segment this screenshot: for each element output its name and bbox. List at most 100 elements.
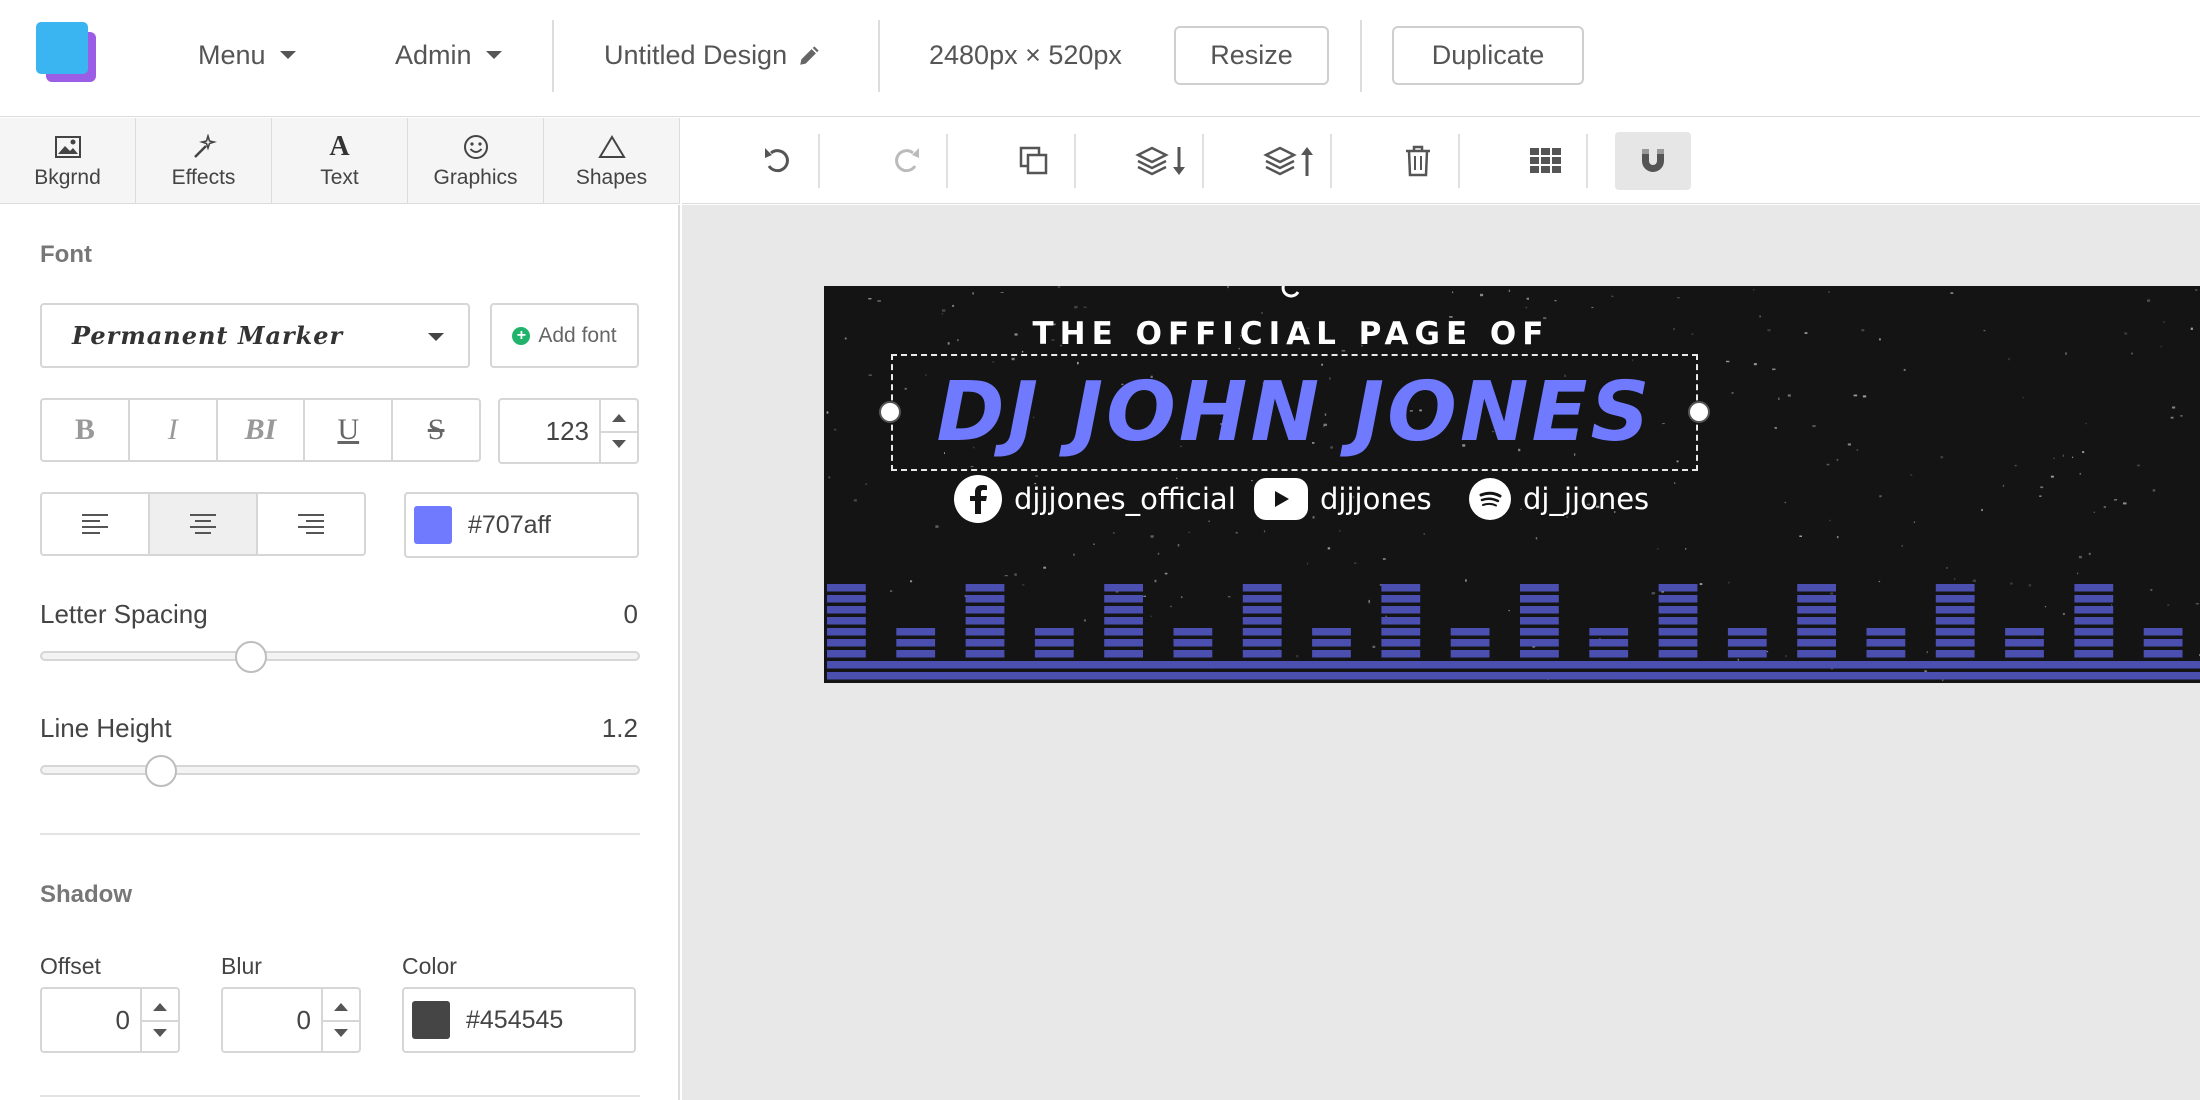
admin-dropdown[interactable]: Admin [395,0,502,110]
equalizer-segment [827,639,866,647]
design-title[interactable]: Untitled Design [604,0,823,110]
equalizer-segment [1658,650,1698,658]
equalizer-segment [1935,661,1975,669]
facebook-handle: djjjones_official [1014,482,1236,516]
send-backward-button[interactable] [1125,132,1199,190]
app-logo[interactable] [36,22,100,86]
stepper-arrows[interactable] [321,989,359,1051]
selected-text-box[interactable]: DJ JOHN JONES [891,354,1698,471]
equalizer-segment [1866,628,1906,636]
redo-button[interactable] [869,132,943,190]
grid-icon [1530,148,1561,173]
menu-dropdown[interactable]: Menu [198,0,296,110]
headline-text[interactable]: DJ JOHN JONES [936,365,1652,460]
tab-background[interactable]: Bkgrnd [0,118,136,204]
equalizer-segment [2143,628,2183,636]
trash-icon [1406,145,1430,177]
align-center-button[interactable] [150,494,258,554]
letter-spacing-label: Letter Spacing [40,599,208,629]
shadow-section-title: Shadow [40,881,133,908]
equalizer-segment [1866,650,1906,658]
align-right-button[interactable] [258,494,364,554]
dust-speck [1263,530,1266,533]
bring-forward-button[interactable] [1253,132,1327,190]
resize-handle-right[interactable] [1688,401,1710,423]
dust-speck [1423,533,1426,535]
rotate-handle-icon[interactable] [1280,286,1304,300]
shadow-color-input[interactable]: #454545 [402,987,636,1053]
dust-speck [1913,521,1916,523]
dust-speck [1862,395,1867,398]
resize-handle-left[interactable] [879,401,901,423]
grid-button[interactable] [1509,132,1583,190]
dust-speck [1804,332,1808,334]
dust-speck [828,476,831,479]
equalizer-segment [1762,672,1802,680]
dust-speck [1113,532,1115,534]
resize-button[interactable]: Resize [1174,26,1329,85]
social-spotify[interactable]: dj_jjones [1469,474,1649,524]
text-color-input[interactable]: #707aff [404,492,639,558]
equalizer-segment [2005,672,2044,680]
undo-button[interactable] [741,132,815,190]
tab-effects[interactable]: Effects [136,118,272,204]
stepper-arrows[interactable] [599,400,637,462]
align-left-button[interactable] [42,494,150,554]
dust-speck [972,292,974,295]
equalizer-segment [1589,650,1629,658]
tab-graphics[interactable]: Graphics [408,118,544,204]
letter-spacing-slider[interactable] [40,641,640,673]
social-facebook[interactable]: djjjones_official [954,474,1236,524]
shadow-offset-stepper[interactable]: 0 [40,987,180,1053]
dust-speck [1847,443,1851,446]
copy-button[interactable] [997,132,1071,190]
dust-speck [1774,427,1777,429]
equalizer-segment [1797,661,1836,669]
dust-speck [1227,286,1230,289]
equalizer-segment [1381,672,1421,680]
delete-button[interactable] [1381,132,1455,190]
equalizer-graphic[interactable] [824,564,2200,683]
font-family-select[interactable]: Permanent Marker [40,303,470,368]
add-font-button[interactable]: + Add font [490,303,639,368]
line-height-slider[interactable] [40,755,640,787]
dust-speck [2190,327,2193,330]
equalizer-segment [1277,672,1317,680]
underline-button[interactable]: U [305,400,394,460]
italic-button[interactable]: I [130,400,218,460]
tab-text[interactable]: A Text [272,118,408,204]
equalizer-segment [1173,650,1213,658]
slider-handle[interactable] [234,641,267,673]
equalizer-segment [1312,639,1351,647]
equalizer-segment [1520,650,1559,658]
dust-speck [2170,416,2174,419]
equalizer-segment [1104,650,1143,658]
dust-speck [1879,495,1882,498]
equalizer-segment [1450,661,1490,669]
font-size-stepper[interactable]: 123 [498,398,639,464]
bold-italic-button[interactable]: BI [218,400,306,460]
design-workspace[interactable]: THE OFFICIAL PAGE OF DJ JOHN JONES djjjo… [682,205,2200,1100]
shadow-color-swatch[interactable] [412,1001,450,1039]
equalizer-segment [1520,672,1559,680]
duplicate-button[interactable]: Duplicate [1392,26,1584,85]
divider [878,20,880,92]
dust-speck [2123,502,2127,505]
design-canvas[interactable]: THE OFFICIAL PAGE OF DJ JOHN JONES djjjo… [824,286,2200,683]
stepper-arrows[interactable] [140,989,178,1051]
bold-button[interactable]: B [42,400,130,460]
slider-handle[interactable] [145,755,178,787]
tab-shapes[interactable]: Shapes [544,118,680,204]
strikethrough-button[interactable]: S [393,400,479,460]
shadow-blur-stepper[interactable]: 0 [221,987,361,1053]
equalizer-segment [1831,661,1871,669]
kicker-text[interactable]: THE OFFICIAL PAGE OF [824,316,1758,352]
equalizer-segment [1589,639,1629,647]
snap-magnet-button[interactable] [1615,132,1691,190]
social-youtube[interactable]: djjjones [1254,474,1432,524]
equalizer-segment [1727,639,1767,647]
equalizer-segment [2074,650,2114,658]
equalizer-segment [1762,661,1802,669]
dust-speck [1554,300,1557,302]
text-color-swatch[interactable] [414,506,452,544]
